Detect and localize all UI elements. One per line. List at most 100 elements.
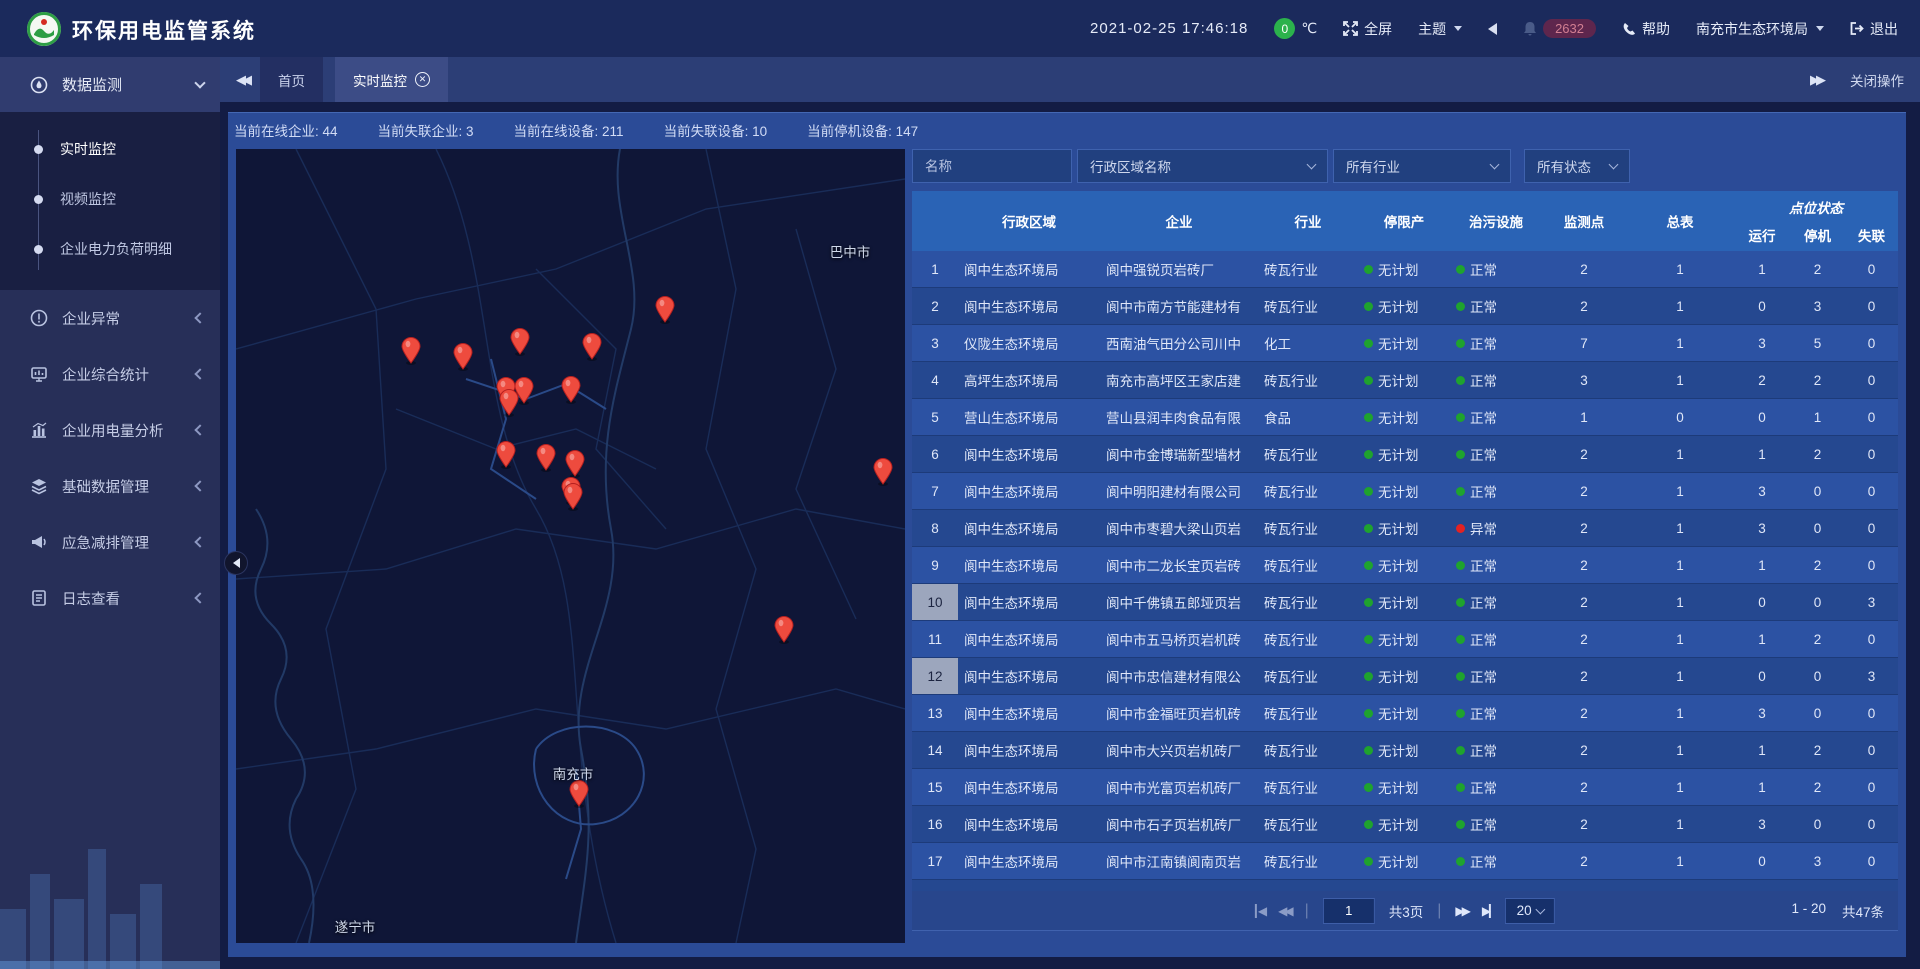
col-header-run: 运行: [1734, 225, 1790, 245]
region-cell: 阆中生态环境局: [958, 621, 1100, 657]
map-panel[interactable]: 巴中市南充市遂宁市: [236, 149, 905, 943]
theme-dropdown[interactable]: 主题: [1418, 19, 1462, 39]
plan-status-cell: 无计划: [1358, 806, 1450, 842]
table-row[interactable]: 12阆中生态环境局阆中市忠信建材有限公砖瓦行业无计划正常21003: [912, 658, 1898, 695]
sidebar-item-enterprise-statistics[interactable]: 企业综合统计: [0, 346, 220, 402]
meter-count-cell: 1: [1626, 732, 1734, 768]
table-row[interactable]: 11阆中生态环境局阆中市五马桥页岩机砖砖瓦行业无计划正常21120: [912, 621, 1898, 658]
map-pin-icon[interactable]: [568, 780, 590, 808]
map-pin-icon[interactable]: [581, 333, 603, 361]
table-row[interactable]: 16阆中生态环境局阆中市石子页岩机砖厂砖瓦行业无计划正常21300: [912, 806, 1898, 843]
notification-area[interactable]: 2632: [1523, 19, 1596, 38]
status-select[interactable]: 所有状态: [1524, 149, 1630, 183]
row-index-cell: 17: [912, 843, 958, 879]
tab-home[interactable]: 首页: [260, 57, 323, 102]
industry-cell: 砖瓦行业: [1258, 251, 1358, 287]
meter-count-cell: 1: [1626, 658, 1734, 694]
map-pin-icon[interactable]: [560, 376, 582, 404]
table-row[interactable]: 10阆中生态环境局阆中千佛镇五郎垭页岩砖瓦行业无计划正常21003: [912, 584, 1898, 621]
table-row[interactable]: 2阆中生态环境局阆中市南方节能建材有砖瓦行业无计划正常21030: [912, 288, 1898, 325]
name-input[interactable]: [925, 159, 1059, 174]
chevron-left-icon: [194, 480, 205, 491]
sidebar-item-power-analysis[interactable]: 企业用电量分析: [0, 402, 220, 458]
monitor-count-cell: 2: [1542, 769, 1626, 805]
monitor-count-cell: 2: [1542, 547, 1626, 583]
table-row[interactable]: 15阆中生态环境局阆中市光富页岩机砖厂砖瓦行业无计划正常21120: [912, 769, 1898, 806]
table-row[interactable]: 14阆中生态环境局阆中市大兴页岩机砖厂砖瓦行业无计划正常21120: [912, 732, 1898, 769]
table-row[interactable]: 7阆中生态环境局阆中明阳建材有限公司砖瓦行业无计划正常21300: [912, 473, 1898, 510]
pagination-divider: |: [1305, 902, 1309, 920]
org-dropdown[interactable]: 南充市生态环境局: [1696, 19, 1824, 39]
monitor-count-cell: 2: [1542, 843, 1626, 879]
tab-realtime-monitoring[interactable]: 实时监控 ✕: [335, 57, 448, 102]
table-row[interactable]: 5营山生态环境局营山县润丰肉食品有限食品无计划正常10010: [912, 399, 1898, 436]
row-index-cell: 7: [912, 473, 958, 509]
map-pin-icon[interactable]: [452, 343, 474, 371]
chevron-down-icon: [1454, 26, 1462, 31]
map-pin-icon[interactable]: [400, 337, 422, 365]
map-pin-icon[interactable]: [872, 458, 894, 486]
close-operations-button[interactable]: 关闭操作: [1850, 70, 1904, 90]
page-number-input[interactable]: [1323, 898, 1375, 924]
map-pin-icon[interactable]: [773, 616, 795, 644]
sidebar-item-realtime-monitoring[interactable]: 实时监控: [0, 124, 220, 174]
sidebar-item-label: 日志查看: [62, 588, 120, 609]
chevron-down-icon: [194, 77, 205, 88]
sidebar-item-data-monitoring[interactable]: 数据监测: [0, 57, 220, 112]
last-page-icon[interactable]: ▶: [1482, 904, 1491, 918]
stop-count-cell: 0: [1790, 658, 1845, 694]
status-dot-icon: [1456, 302, 1465, 311]
map-pin-icon[interactable]: [498, 389, 520, 417]
table-row[interactable]: 4高坪生态环境局南充市高坪区王家店建砖瓦行业无计划正常31220: [912, 362, 1898, 399]
sidebar-item-log-view[interactable]: 日志查看: [0, 570, 220, 626]
mute-speaker-button[interactable]: [1488, 23, 1497, 35]
tabs-scroll-left-icon[interactable]: ◀◀: [236, 72, 248, 88]
map-pin-icon[interactable]: [562, 483, 584, 511]
meter-count-cell: 1: [1626, 362, 1734, 398]
next-page-icon[interactable]: ▶▶: [1455, 904, 1467, 918]
region-select[interactable]: 行政区域名称: [1077, 149, 1328, 183]
logout-button[interactable]: 退出: [1850, 19, 1898, 39]
prev-page-icon[interactable]: ◀◀: [1278, 904, 1290, 918]
status-dot-icon: [1364, 672, 1373, 681]
run-count-cell: 2: [1734, 362, 1790, 398]
meter-count-cell: 1: [1626, 621, 1734, 657]
map-pin-icon[interactable]: [495, 441, 517, 469]
run-count-cell: 3: [1734, 695, 1790, 731]
page-size-select[interactable]: 20: [1505, 898, 1555, 924]
lost-count-cell: 0: [1845, 251, 1898, 287]
map-pin-icon[interactable]: [535, 444, 557, 472]
sidebar-item-enterprise-abnormal[interactable]: 企业异常: [0, 290, 220, 346]
run-count-cell: 0: [1734, 399, 1790, 435]
map-collapse-button[interactable]: [224, 551, 248, 575]
map-pin-icon[interactable]: [654, 296, 676, 324]
status-dot-icon: [1364, 746, 1373, 755]
row-index-cell: 12: [912, 658, 958, 694]
industry-select[interactable]: 所有行业: [1333, 149, 1511, 183]
table-row[interactable]: 3仪陇生态环境局西南油气田分公司川中化工无计划正常71350: [912, 325, 1898, 362]
table-row[interactable]: 9阆中生态环境局阆中市二龙长宝页岩砖砖瓦行业无计划正常21120: [912, 547, 1898, 584]
sidebar-item-power-load-detail[interactable]: 企业电力负荷明细: [0, 224, 220, 274]
row-index-cell: 5: [912, 399, 958, 435]
status-dot-icon: [1456, 783, 1465, 792]
status-dot-icon: [1456, 487, 1465, 496]
map-pin-icon[interactable]: [564, 450, 586, 478]
table-row[interactable]: 13阆中生态环境局阆中市金福旺页岩机砖砖瓦行业无计划正常21300: [912, 695, 1898, 732]
table-row[interactable]: 1阆中生态环境局阆中强锐页岩砖厂砖瓦行业无计划正常21120: [912, 251, 1898, 288]
name-search-input[interactable]: [912, 149, 1072, 183]
table-row[interactable]: 6阆中生态环境局阆中市金博瑞新型墙材砖瓦行业无计划正常21120: [912, 436, 1898, 473]
fullscreen-button[interactable]: 全屏: [1343, 19, 1392, 39]
sidebar-item-base-data[interactable]: 基础数据管理: [0, 458, 220, 514]
table-row[interactable]: 8阆中生态环境局阆中市枣碧大梁山页岩砖瓦行业无计划异常21300: [912, 510, 1898, 547]
tabs-scroll-right-icon[interactable]: ▶▶: [1810, 72, 1822, 88]
monitor-count-cell: 2: [1542, 584, 1626, 620]
table-row[interactable]: 17阆中生态环境局阆中市江南镇阆南页岩砖瓦行业无计划正常21030: [912, 843, 1898, 880]
temperature-widget: 0 ℃: [1274, 18, 1317, 39]
help-button[interactable]: 帮助: [1622, 19, 1670, 39]
sidebar-item-emergency-reduction[interactable]: 应急减排管理: [0, 514, 220, 570]
close-icon[interactable]: ✕: [415, 72, 430, 87]
map-pin-icon[interactable]: [509, 328, 531, 356]
first-page-icon[interactable]: ◀: [1255, 904, 1264, 918]
sidebar-item-video-monitoring[interactable]: 视频监控: [0, 174, 220, 224]
status-dot-icon: [1456, 598, 1465, 607]
